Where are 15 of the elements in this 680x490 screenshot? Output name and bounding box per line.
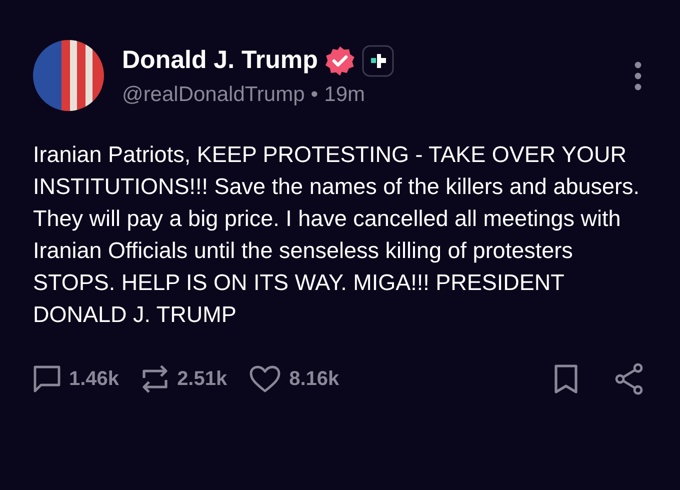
share-icon[interactable] (614, 363, 644, 395)
bookmark-icon[interactable] (554, 364, 578, 394)
action-count: 8.16k (289, 368, 340, 390)
more-options-icon[interactable] (634, 60, 642, 90)
post-time: 19m (324, 82, 365, 106)
comment-icon[interactable] (33, 365, 61, 393)
separator-dot: • (310, 82, 318, 106)
author-name[interactable]: Donald J. Trump (122, 46, 318, 75)
heart-icon[interactable] (249, 365, 282, 393)
post-text: Iranian Patriots, KEEP PROTESTING - TAKE OVER YOUR INSTITUTIONS!!! Save the names of the killers and abusers. They will pay a big price. I have cancelled all meetings with Iranian Officials until the senseless killing of protesters STOPS. HELP IS ON ITS WAY. MIGA!!! PRESIDENT DONALD J. TRUMP (33, 141, 640, 329)
action-count: 1.46k (69, 368, 120, 390)
plus-icon[interactable] (362, 44, 394, 76)
action-count: 2.51k (177, 368, 228, 390)
repost-icon[interactable] (141, 364, 170, 394)
user-handle[interactable]: @realDonaldTrump (122, 82, 305, 106)
